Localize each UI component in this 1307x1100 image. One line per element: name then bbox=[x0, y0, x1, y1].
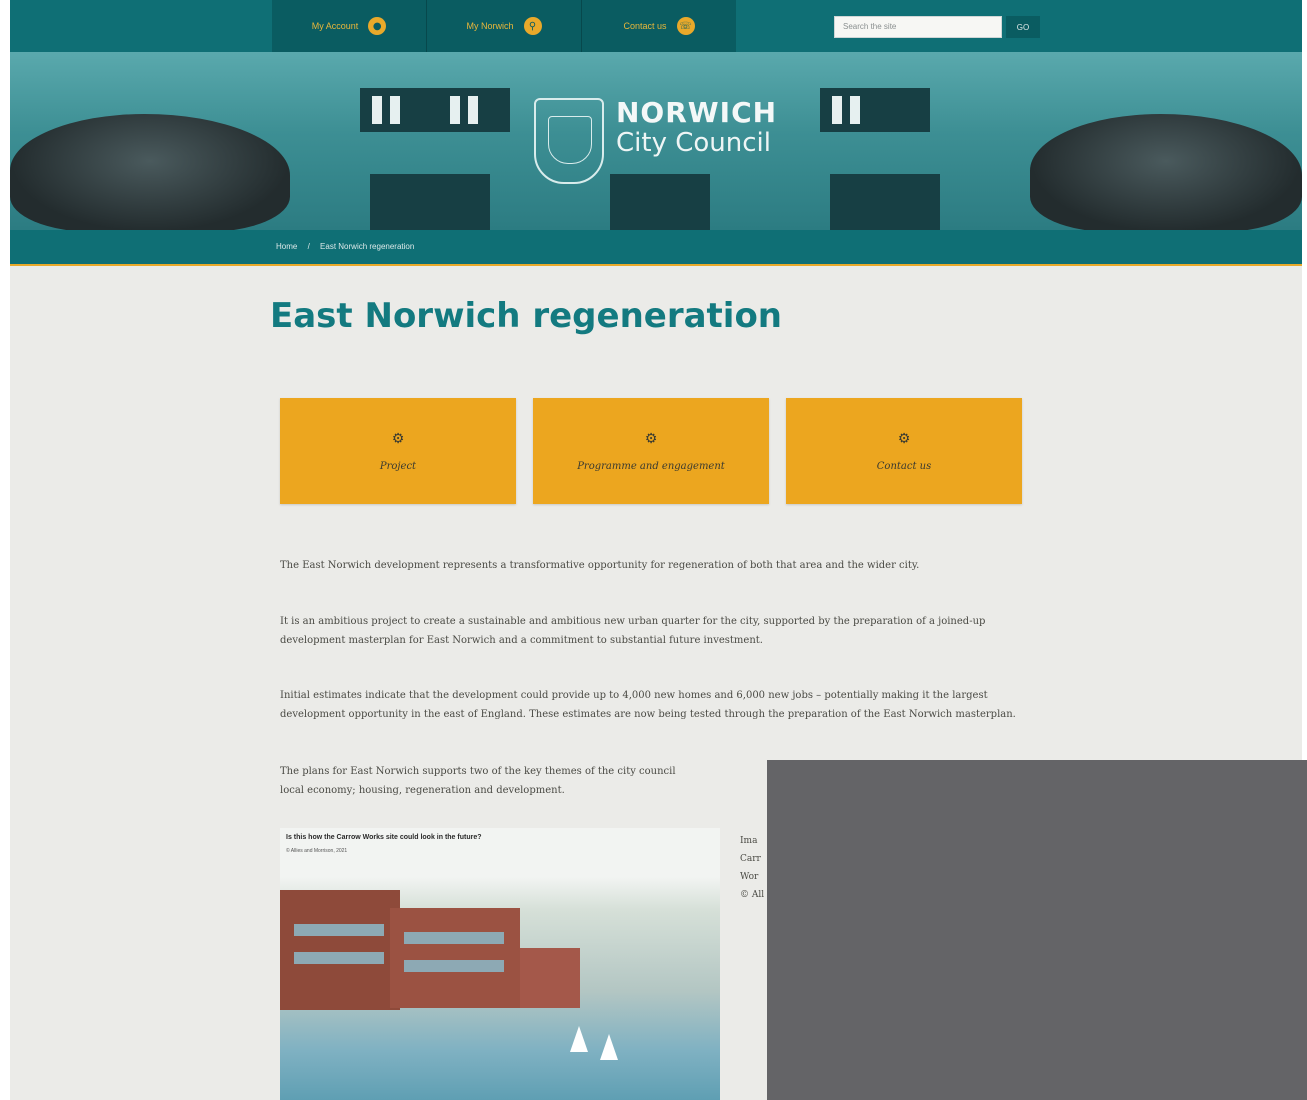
search-go-button[interactable]: GO bbox=[1006, 16, 1040, 38]
building-window bbox=[850, 96, 860, 124]
brand-subtitle: City Council bbox=[616, 128, 771, 158]
building-doorway bbox=[830, 174, 940, 230]
breadcrumb: Home / East Norwich regeneration bbox=[276, 242, 422, 251]
person-icon: ● bbox=[368, 17, 387, 35]
nav-group: My Account ● My Norwich ⚲ Contact us ☏ bbox=[272, 0, 736, 52]
illustration-glazing bbox=[404, 932, 504, 944]
page-title: East Norwich regeneration bbox=[270, 296, 783, 336]
phone-icon: ☏ bbox=[676, 17, 695, 35]
location-pin-icon: ⚲ bbox=[523, 17, 542, 35]
illustration-sailboat bbox=[570, 1026, 588, 1052]
breadcrumb-separator: / bbox=[307, 242, 310, 251]
building-window bbox=[372, 96, 382, 124]
intro-paragraph-2: It is an ambitious project to create a s… bbox=[280, 616, 986, 646]
building-window bbox=[450, 96, 460, 124]
breadcrumb-current: East Norwich regeneration bbox=[320, 242, 415, 251]
breadcrumb-home-link[interactable]: Home bbox=[276, 242, 297, 251]
card-programme-engagement[interactable]: ⚙ Programme and engagement bbox=[533, 398, 769, 504]
card-contact-us-label: Contact us bbox=[876, 460, 932, 472]
masterplan-illustration: Is this how the Carrow Works site could … bbox=[280, 828, 720, 1100]
building-window bbox=[832, 96, 842, 124]
nav-contact-us-label: Contact us bbox=[623, 21, 667, 31]
council-crest-logo bbox=[534, 98, 604, 184]
illustration-glazing bbox=[294, 952, 384, 964]
intro-paragraph-4: The plans for East Norwich supports two … bbox=[280, 762, 760, 800]
nav-my-norwich[interactable]: My Norwich ⚲ bbox=[427, 0, 582, 52]
figure-credit: © Allies and Morrison, 2021 bbox=[286, 848, 348, 854]
building-doorway bbox=[610, 174, 710, 230]
illustration-glazing bbox=[294, 924, 384, 936]
building-window bbox=[390, 96, 400, 124]
card-project[interactable]: ⚙ Project bbox=[280, 398, 516, 504]
gear-icon: ⚙ bbox=[644, 430, 658, 447]
intro-paragraph-4-line-2: local economy; housing, regeneration and… bbox=[280, 785, 565, 796]
nav-contact-us[interactable]: Contact us ☏ bbox=[582, 0, 736, 52]
gray-overlay-panel bbox=[767, 760, 1307, 1100]
building-window-block bbox=[360, 88, 510, 132]
building-window bbox=[468, 96, 478, 124]
nav-my-account[interactable]: My Account ● bbox=[272, 0, 427, 52]
card-contact-us[interactable]: ⚙ Contact us bbox=[786, 398, 1022, 504]
gear-icon: ⚙ bbox=[391, 430, 405, 447]
illustration-building bbox=[280, 890, 400, 1010]
left-lion-statue bbox=[10, 114, 290, 230]
illustration-building bbox=[520, 948, 580, 1008]
top-nav-bar: My Account ● My Norwich ⚲ Contact us ☏ S… bbox=[10, 0, 1302, 52]
card-project-label: Project bbox=[379, 460, 417, 472]
right-lion-statue bbox=[1030, 114, 1302, 230]
card-programme-engagement-label: Programme and engagement bbox=[577, 460, 725, 472]
header-banner: NORWICH City Council bbox=[10, 52, 1302, 230]
nav-my-account-label: My Account bbox=[311, 21, 359, 31]
building-doorway bbox=[370, 174, 490, 230]
breadcrumb-bar: Home / East Norwich regeneration bbox=[10, 230, 1302, 266]
gear-icon: ⚙ bbox=[897, 430, 911, 447]
illustration-sailboat bbox=[600, 1034, 618, 1060]
illustration-glazing bbox=[404, 960, 504, 972]
brand-name: NORWICH bbox=[616, 96, 778, 129]
nav-my-norwich-label: My Norwich bbox=[466, 21, 514, 31]
intro-paragraph-3: Initial estimates indicate that the deve… bbox=[280, 690, 1016, 720]
intro-paragraph-1: The East Norwich development represents … bbox=[280, 560, 920, 571]
intro-paragraph-4-line-1: The plans for East Norwich supports two … bbox=[280, 766, 676, 777]
figure-title: Is this how the Carrow Works site could … bbox=[286, 834, 482, 841]
search-input[interactable]: Search the site bbox=[834, 16, 1002, 38]
illustration-building bbox=[390, 908, 520, 1008]
